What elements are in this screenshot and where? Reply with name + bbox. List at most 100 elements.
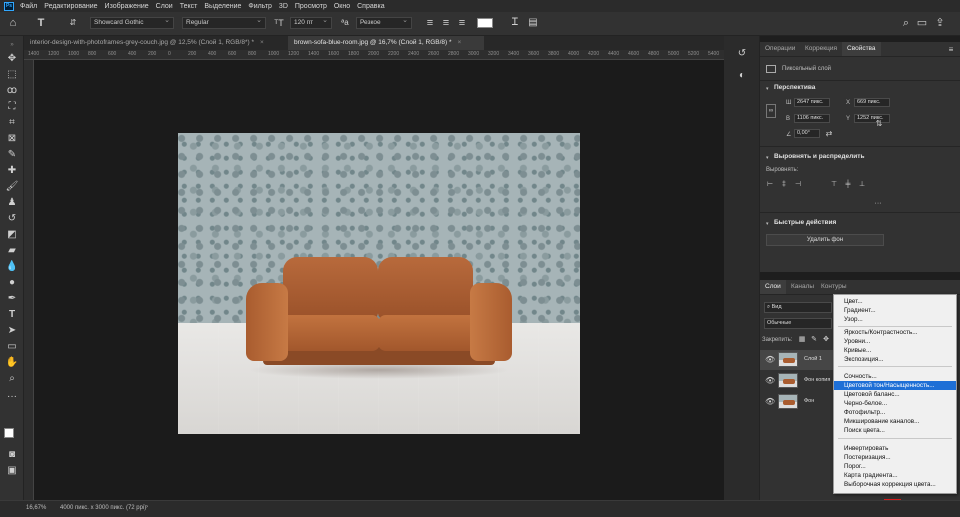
menu-image[interactable]: Изображение — [105, 3, 149, 10]
font-style-select[interactable]: Regular — [182, 16, 266, 29]
more-options-icon[interactable]: ··· — [874, 198, 882, 210]
lasso-tool-icon[interactable]: ꝏ — [4, 84, 20, 98]
history-brush-tool-icon[interactable]: ↺ — [4, 212, 20, 226]
color-panel-icon[interactable]: ◐ — [736, 70, 748, 82]
remove-background-button[interactable]: Удалить фон — [766, 234, 884, 246]
hand-tool-icon[interactable]: ✋ — [4, 356, 20, 370]
frame-tool-icon[interactable]: ⊠ — [4, 132, 20, 146]
lock-pixels-icon[interactable]: ✎ — [810, 334, 818, 346]
photoshop-logo-icon[interactable]: Ps — [4, 1, 14, 11]
x-input[interactable]: 669 пикс. — [854, 98, 890, 107]
visibility-eye-icon[interactable]: 👁 — [765, 397, 775, 406]
tab-actions[interactable]: Операции — [760, 42, 800, 56]
move-tool-icon[interactable]: ✥ — [4, 52, 20, 66]
flip-vertical-icon[interactable]: ⇅ — [874, 118, 884, 130]
object-select-tool-icon[interactable]: ⛶ — [4, 100, 20, 114]
search-icon[interactable]: ⌕ — [900, 17, 912, 29]
align-left-icon[interactable]: ≡ — [424, 17, 436, 29]
tab-doc-2[interactable]: brown-sofa-blue-room.jpg @ 16,7% (Слой 1… — [288, 36, 484, 50]
toolbar-collapse-icon[interactable]: » — [4, 38, 20, 52]
text-tool-icon[interactable]: T — [34, 17, 48, 29]
layer-row[interactable]: 👁 Фон — [760, 392, 835, 412]
tab-paths[interactable]: Контуры — [816, 280, 852, 294]
tab-properties[interactable]: Свойства — [842, 42, 881, 56]
link-proportions-icon[interactable]: ∞ — [766, 104, 776, 118]
menu-item-photo-filter[interactable]: Фотофильтр... — [834, 408, 956, 417]
align-left-edges-icon[interactable]: ⊢ — [766, 179, 774, 191]
menu-help[interactable]: Справка — [357, 3, 384, 10]
text-orientation-icon[interactable]: ⇵ — [66, 17, 80, 29]
menu-item-black-white[interactable]: Черно-белое... — [834, 399, 956, 408]
menu-item-hue-saturation[interactable]: Цветовой тон/Насыщенность... — [834, 381, 956, 391]
align-right-icon[interactable]: ≡ — [456, 17, 468, 29]
close-icon[interactable]: × — [260, 39, 264, 46]
align-bottom-edges-icon[interactable]: ⊥ — [858, 179, 866, 191]
menu-layers[interactable]: Слои — [156, 3, 173, 10]
layer-row[interactable]: 👁 Слой 1 — [760, 350, 835, 370]
menu-window[interactable]: Окно — [334, 3, 350, 10]
angle-input[interactable]: 0,00° — [794, 129, 820, 138]
menu-view[interactable]: Просмотр — [295, 3, 327, 10]
menu-item-curves[interactable]: Кривые... — [834, 346, 956, 355]
brush-tool-icon[interactable]: 🖌 — [4, 180, 20, 194]
type-tool-icon[interactable]: T — [4, 308, 20, 322]
menu-item-color[interactable]: Цвет... — [834, 297, 956, 306]
collapse-icon[interactable]: ▾ — [766, 155, 769, 161]
visibility-eye-icon[interactable]: 👁 — [765, 355, 775, 364]
menu-item-exposure[interactable]: Экспозиция... — [834, 355, 956, 364]
vertical-ruler[interactable] — [24, 60, 34, 500]
rectangle-tool-icon[interactable]: ▭ — [4, 340, 20, 354]
dodge-tool-icon[interactable]: ● — [4, 276, 20, 290]
menu-item-gradient[interactable]: Градиент... — [834, 306, 956, 315]
blend-mode-select[interactable]: Обычные — [764, 318, 832, 329]
height-input[interactable]: 1106 пикс. — [794, 114, 830, 123]
align-center-icon[interactable]: ≡ — [440, 17, 452, 29]
font-size-select[interactable]: 120 пт — [290, 16, 332, 29]
tab-layers[interactable]: Слои — [760, 280, 786, 294]
lock-transparency-icon[interactable]: ▦ — [798, 334, 806, 346]
menu-item-vibrance[interactable]: Сочность... — [834, 372, 956, 381]
layer-row[interactable]: 👁 Фон копия — [760, 371, 835, 391]
align-top-edges-icon[interactable]: ⊤ — [830, 179, 838, 191]
home-icon[interactable]: ⌂ — [6, 17, 20, 29]
path-select-tool-icon[interactable]: ➤ — [4, 324, 20, 338]
marquee-tool-icon[interactable]: ⬚ — [4, 68, 20, 82]
blur-tool-icon[interactable]: 💧 — [4, 260, 20, 274]
y-input[interactable]: 1252 пикс. — [854, 114, 890, 123]
width-input[interactable]: 2647 пикс. — [794, 98, 830, 107]
document-image[interactable] — [178, 133, 580, 434]
menu-item-channel-mixer[interactable]: Микширование каналов... — [834, 417, 956, 426]
eraser-tool-icon[interactable]: ◩ — [4, 228, 20, 242]
text-color-swatch[interactable] — [477, 18, 493, 28]
clone-stamp-tool-icon[interactable]: ♟ — [4, 196, 20, 210]
menu-item-color-balance[interactable]: Цветовой баланс... — [834, 390, 956, 399]
tab-doc-1[interactable]: interior-design-with-photoframes-grey-co… — [24, 36, 286, 50]
menu-item-threshold[interactable]: Порог... — [834, 462, 956, 471]
menu-text[interactable]: Текст — [180, 3, 198, 10]
lock-position-icon[interactable]: ✥ — [822, 334, 830, 346]
screen-mode-icon[interactable]: ▣ — [4, 464, 20, 478]
quick-mask-icon[interactable]: ◙ — [4, 448, 20, 462]
foreground-color-swatch[interactable] — [4, 428, 14, 438]
workspace-icon[interactable]: ▭ — [916, 17, 928, 29]
align-vertical-centers-icon[interactable]: ╪ — [844, 179, 852, 191]
menu-edit[interactable]: Редактирование — [44, 3, 97, 10]
menu-item-pattern[interactable]: Узор... — [834, 315, 956, 324]
healing-brush-tool-icon[interactable]: ✚ — [4, 164, 20, 178]
tab-channels[interactable]: Каналы — [786, 280, 819, 294]
menu-item-invert[interactable]: Инвертировать — [834, 444, 956, 453]
menu-3d[interactable]: 3D — [279, 3, 288, 10]
history-panel-icon[interactable]: ↺ — [736, 48, 748, 60]
zoom-level[interactable]: 16,67% — [26, 505, 46, 511]
zoom-tool-icon[interactable]: ⌕ — [4, 372, 20, 386]
menu-item-color-lookup[interactable]: Поиск цвета... — [834, 426, 956, 435]
horizontal-ruler[interactable]: 1400 1200 1000 800 600 400 200 0 200 400 600 800 100… — [24, 50, 724, 60]
menu-file[interactable]: Файл — [20, 3, 37, 10]
align-horizontal-centers-icon[interactable]: ‡ — [780, 179, 788, 191]
collapse-icon[interactable]: ▾ — [766, 86, 769, 92]
panel-menu-icon[interactable]: ≡ — [946, 44, 956, 56]
crop-tool-icon[interactable]: ⌗ — [4, 116, 20, 130]
antialias-select[interactable]: Резкое — [356, 16, 412, 29]
pen-tool-icon[interactable]: ✒ — [4, 292, 20, 306]
menu-select[interactable]: Выделение — [204, 3, 241, 10]
